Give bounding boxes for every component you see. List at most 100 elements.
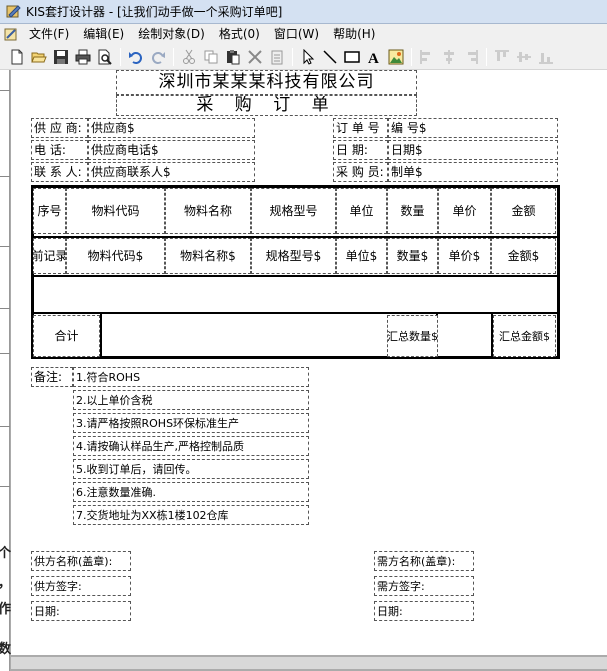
text-icon[interactable]: A: [363, 46, 385, 68]
buyer-label[interactable]: 采 购 员:: [333, 162, 388, 182]
table-rule: [31, 275, 560, 277]
image-icon[interactable]: [385, 46, 407, 68]
col-header-amount[interactable]: 金额: [491, 188, 556, 234]
align-right-icon[interactable]: [460, 46, 482, 68]
side-glyph: 数: [0, 642, 12, 657]
row-field-price[interactable]: 单价$: [438, 238, 491, 274]
menu-draw-object[interactable]: 绘制对象(D): [131, 24, 212, 44]
menu-format[interactable]: 格式(0): [212, 24, 267, 44]
phone-label[interactable]: 电 话:: [31, 140, 88, 160]
remark-line[interactable]: 2.以上单价含税: [73, 390, 309, 410]
toolbar-separator: [486, 47, 487, 66]
menu-edit[interactable]: 编辑(E): [76, 24, 131, 44]
form-title-field[interactable]: 采 购 订 单: [116, 95, 417, 116]
col-header-spec[interactable]: 规格型号: [251, 188, 336, 234]
remark-line[interactable]: 6.注意数量准确.: [73, 482, 309, 502]
row-field-unit[interactable]: 单位$: [336, 238, 387, 274]
date-field[interactable]: 日期$: [388, 140, 558, 160]
row-field-spec[interactable]: 规格型号$: [251, 238, 336, 274]
table-rule: [31, 312, 560, 314]
remark-line[interactable]: 7.交货地址为XX栋1楼102仓库: [73, 505, 309, 525]
row-field-index[interactable]: 前记录: [33, 238, 66, 274]
delete-icon[interactable]: [244, 46, 266, 68]
supplier-name-sign[interactable]: 供方名称(盖章):: [31, 551, 131, 571]
window-title: KIS套打设计器 - [让我们动手做一个采购订单吧]: [26, 5, 283, 19]
print-preview-icon[interactable]: [94, 46, 116, 68]
phone-field[interactable]: 供应商电话$: [88, 140, 255, 160]
menu-window[interactable]: 窗口(W): [267, 24, 326, 44]
col-header-index[interactable]: 序号: [33, 188, 66, 234]
undo-icon[interactable]: [125, 46, 147, 68]
save-icon[interactable]: [50, 46, 72, 68]
redo-icon[interactable]: [147, 46, 169, 68]
title-bar: KIS套打设计器 - [让我们动手做一个采购订单吧]: [0, 0, 607, 24]
table-rule: [100, 312, 102, 359]
divider: [0, 353, 10, 354]
copy-icon[interactable]: [200, 46, 222, 68]
line-icon[interactable]: [319, 46, 341, 68]
menu-file[interactable]: 文件(F): [22, 24, 76, 44]
remark-line[interactable]: 3.请严格按照ROHS环保标准生产: [73, 413, 309, 433]
remark-line[interactable]: 4.请按确认样品生产,严格控制品质: [73, 436, 309, 456]
side-glyph: ，: [0, 572, 11, 591]
col-header-item-name[interactable]: 物料名称: [165, 188, 251, 234]
row-field-qty[interactable]: 数量$: [387, 238, 438, 274]
remark-line[interactable]: 1.符合ROHS: [73, 367, 309, 387]
cut-icon[interactable]: [178, 46, 200, 68]
menu-help[interactable]: 帮助(H): [326, 24, 382, 44]
toolbar: A: [0, 44, 607, 70]
row-field-amount[interactable]: 金额$: [491, 238, 556, 274]
buyer-sign-date[interactable]: 日期:: [374, 601, 474, 621]
supplier-label[interactable]: 供 应 商:: [31, 118, 88, 138]
open-icon[interactable]: [28, 46, 50, 68]
rectangle-icon[interactable]: [341, 46, 363, 68]
align-top-icon[interactable]: [491, 46, 513, 68]
divider: [0, 308, 10, 309]
buyer-name-sign[interactable]: 需方名称(盖章):: [374, 551, 474, 571]
supplier-signature[interactable]: 供方签字:: [31, 576, 131, 596]
horizontal-scrollbar-area: [11, 655, 607, 671]
background-window-edge: 个 ， 作 数: [0, 70, 12, 671]
clipboard-icon[interactable]: [266, 46, 288, 68]
horizontal-scrollbar[interactable]: [11, 657, 607, 669]
total-label[interactable]: 合计: [33, 315, 100, 357]
col-header-item-code[interactable]: 物料代码: [66, 188, 165, 234]
buyer-field[interactable]: 制单$: [388, 162, 558, 182]
order-no-label[interactable]: 订 单 号: [333, 118, 388, 138]
divider: [0, 246, 10, 247]
svg-text:A: A: [368, 51, 379, 65]
design-canvas[interactable]: 深圳市某某某科技有限公司 采 购 订 单 供 应 商: 供应商$ 电 话: 供应…: [11, 70, 607, 655]
pointer-icon[interactable]: [297, 46, 319, 68]
app-icon: [6, 4, 21, 19]
row-field-item-name[interactable]: 物料名称$: [165, 238, 251, 274]
remark-line[interactable]: 5.收到订单后，请回传。: [73, 459, 309, 479]
remarks-label[interactable]: 备注:: [31, 367, 73, 387]
align-bottom-icon[interactable]: [535, 46, 557, 68]
total-amount-field[interactable]: 汇总金额$: [493, 315, 556, 357]
align-middle-icon[interactable]: [513, 46, 535, 68]
divider: [0, 176, 10, 177]
side-glyph: 个: [0, 546, 12, 561]
align-center-icon[interactable]: [438, 46, 460, 68]
align-left-icon[interactable]: [416, 46, 438, 68]
divider: [0, 486, 10, 487]
col-header-price[interactable]: 单价: [438, 188, 491, 234]
total-qty-field[interactable]: 汇总数量$: [387, 315, 438, 357]
supplier-field[interactable]: 供应商$: [88, 118, 255, 138]
col-header-unit[interactable]: 单位: [336, 188, 387, 234]
divider: [0, 90, 10, 91]
supplier-sign-date[interactable]: 日期:: [31, 601, 131, 621]
mdi-doc-icon[interactable]: [4, 26, 18, 42]
company-name-field[interactable]: 深圳市某某某科技有限公司: [116, 70, 417, 95]
new-icon[interactable]: [6, 46, 28, 68]
print-icon[interactable]: [72, 46, 94, 68]
toolbar-separator: [173, 47, 174, 66]
buyer-signature[interactable]: 需方签字:: [374, 576, 474, 596]
paste-icon[interactable]: [222, 46, 244, 68]
row-field-item-code[interactable]: 物料代码$: [66, 238, 165, 274]
col-header-qty[interactable]: 数量: [387, 188, 438, 234]
contact-label[interactable]: 联 系 人:: [31, 162, 88, 182]
contact-field[interactable]: 供应商联系人$: [88, 162, 255, 182]
order-no-field[interactable]: 编 号$: [388, 118, 558, 138]
date-label[interactable]: 日 期:: [333, 140, 388, 160]
